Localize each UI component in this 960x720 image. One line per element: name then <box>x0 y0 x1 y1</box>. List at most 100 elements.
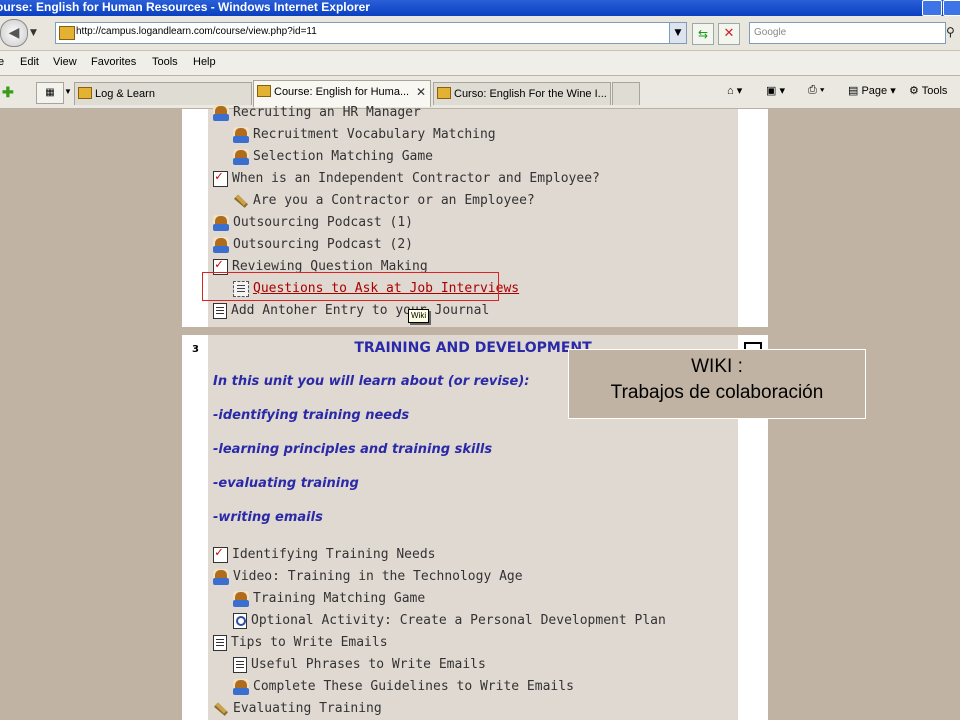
menu-tools[interactable]: Tools <box>152 56 178 68</box>
back-button[interactable]: ◀ <box>0 19 28 47</box>
tab-favicon-icon <box>437 87 451 99</box>
home-icon[interactable]: ⌂ ▾ <box>727 84 742 97</box>
activity-item[interactable]: Video: Training in the Technology Age <box>213 569 523 585</box>
activity-link[interactable]: Video: Training in the Technology Age <box>233 569 523 584</box>
activity-link[interactable]: Are you a Contractor or an Employee? <box>253 193 535 208</box>
menu-favorites[interactable]: Favorites <box>91 56 136 68</box>
add-favorite-icon[interactable]: ✚ <box>2 84 14 101</box>
page-menu-label: Page <box>861 85 888 97</box>
activity-link[interactable]: Outsourcing Podcast (1) <box>233 215 413 230</box>
activity-link[interactable]: Tips to Write Emails <box>231 635 388 650</box>
tools-menu-label: Tools <box>921 85 948 97</box>
doc-icon <box>213 635 227 651</box>
doc-icon <box>213 303 227 319</box>
activity-item[interactable]: Recruitment Vocabulary Matching <box>233 127 496 143</box>
highlight-box <box>202 272 499 301</box>
tab-close-icon[interactable]: ✕ <box>416 85 426 99</box>
intro-line: In this unit you will learn about (or re… <box>213 374 530 389</box>
tab-label: Log & Learn <box>95 88 155 100</box>
activity-item[interactable]: Useful Phrases to Write Emails <box>233 657 486 673</box>
menu-help[interactable]: Help <box>193 56 216 68</box>
search-placeholder: Google <box>754 27 787 38</box>
menu-view[interactable]: View <box>53 56 77 68</box>
hand-icon <box>233 591 249 607</box>
hand-icon <box>213 215 229 231</box>
activity-item[interactable]: Are you a Contractor or an Employee? <box>233 193 535 209</box>
search-input[interactable]: Google <box>749 22 946 44</box>
activity-item[interactable]: Evaluating Training <box>213 701 382 717</box>
window-title: ourse: English for Human Resources - Win… <box>0 0 370 14</box>
activity-link[interactable]: Recruiting an HR Manager <box>233 105 421 120</box>
tooltip: Wiki <box>408 309 430 323</box>
tab-label: Curso: English For the Wine I... <box>454 88 607 100</box>
activity-item[interactable]: Tips to Write Emails <box>213 635 388 651</box>
activity-item[interactable]: Identifying Training Needs <box>213 545 436 563</box>
site-favicon-icon <box>59 26 75 40</box>
hand-icon <box>233 679 249 695</box>
search-button[interactable]: ⚲ <box>946 22 960 42</box>
minimize-button[interactable] <box>922 0 942 16</box>
activity-link[interactable]: Useful Phrases to Write Emails <box>251 657 486 672</box>
hand-icon <box>213 569 229 585</box>
activity-link[interactable]: Identifying Training Needs <box>232 547 436 562</box>
new-tab-button[interactable] <box>612 82 640 105</box>
activity-item[interactable]: Optional Activity: Create a Personal Dev… <box>233 613 666 629</box>
tab-course-hr[interactable]: Course: English for Huma... ✕ <box>253 80 431 107</box>
intro-line: -writing emails <box>213 510 323 525</box>
tab-bar: ✚ ▦ ▼ Log & Learn Course: English for Hu… <box>0 76 960 109</box>
menu-file[interactable]: e <box>0 56 4 68</box>
page-menu[interactable]: ▤ Page ▾ <box>848 84 896 97</box>
magnifier-icon <box>233 613 247 629</box>
activity-item[interactable]: Training Matching Game <box>233 591 425 607</box>
doc-icon <box>233 657 247 673</box>
pencil-icon <box>213 701 229 717</box>
activity-link[interactable]: Selection Matching Game <box>253 149 433 164</box>
quiz-icon <box>213 169 228 187</box>
page-content: Recruiting an HR Manager Recruitment Voca… <box>0 105 960 720</box>
activity-link[interactable]: Evaluating Training <box>233 701 382 716</box>
history-dropdown[interactable]: ▼ <box>30 28 37 38</box>
activity-link[interactable]: Outsourcing Podcast (2) <box>233 237 413 252</box>
activity-link[interactable]: Optional Activity: Create a Personal Dev… <box>251 613 666 628</box>
activity-item[interactable]: Outsourcing Podcast (2) <box>213 237 413 253</box>
activity-item[interactable]: Outsourcing Podcast (1) <box>213 215 413 231</box>
activity-item[interactable]: Selection Matching Game <box>233 149 433 165</box>
activity-item[interactable]: When is an Independent Contractor and Em… <box>213 169 600 187</box>
activity-item[interactable]: Recruiting an HR Manager <box>213 105 421 121</box>
activity-item[interactable]: Complete These Guidelines to Write Email… <box>233 679 574 695</box>
activity-link[interactable]: When is an Independent Contractor and Em… <box>232 171 600 186</box>
wiki-callout: WIKI : Trabajos de colaboración <box>568 349 866 419</box>
menu-edit[interactable]: Edit <box>20 56 39 68</box>
activity-link[interactable]: Add Antoher Entry to your Journal <box>231 303 489 318</box>
hand-icon <box>213 105 229 121</box>
tab-label: Course: English for Huma... <box>274 86 410 98</box>
menu-bar: e Edit View Favorites Tools Help <box>0 51 960 75</box>
tab-list-dropdown[interactable]: ▼ <box>64 82 74 102</box>
hand-icon <box>233 127 249 143</box>
hand-icon <box>213 237 229 253</box>
activity-item[interactable]: Add Antoher Entry to your Journal <box>213 303 489 319</box>
maximize-button[interactable] <box>943 0 960 16</box>
section-number: 3 <box>192 344 199 355</box>
address-url: http://campus.logandlearn.com/course/vie… <box>76 26 317 37</box>
pencil-icon <box>233 193 249 209</box>
refresh-button[interactable]: ⇆ <box>692 23 714 45</box>
feeds-icon[interactable]: ▣ ▾ <box>766 84 785 97</box>
quiz-icon <box>213 545 228 563</box>
print-icon[interactable]: ⎙ ▾ <box>808 84 824 97</box>
intro-line: -evaluating training <box>213 476 359 491</box>
hand-icon <box>233 149 249 165</box>
callout-line-2: Trabajos de colaboración <box>610 382 824 403</box>
tools-menu[interactable]: ⚙ Tools <box>909 84 947 97</box>
activity-link[interactable]: Recruitment Vocabulary Matching <box>253 127 496 142</box>
callout-line-1: WIKI : <box>691 356 743 377</box>
tab-course-wine[interactable]: Curso: English For the Wine I... <box>433 82 611 105</box>
address-dropdown-button[interactable]: ▼ <box>669 23 686 43</box>
quick-tabs-button[interactable]: ▦ <box>36 82 64 104</box>
activity-link[interactable]: Complete These Guidelines to Write Email… <box>253 679 574 694</box>
stop-button[interactable]: ✕ <box>718 23 740 45</box>
tab-log-learn[interactable]: Log & Learn <box>74 82 252 105</box>
activity-link[interactable]: Training Matching Game <box>253 591 425 606</box>
tab-favicon-icon <box>78 87 92 99</box>
address-bar[interactable]: http://campus.logandlearn.com/course/vie… <box>55 22 687 44</box>
